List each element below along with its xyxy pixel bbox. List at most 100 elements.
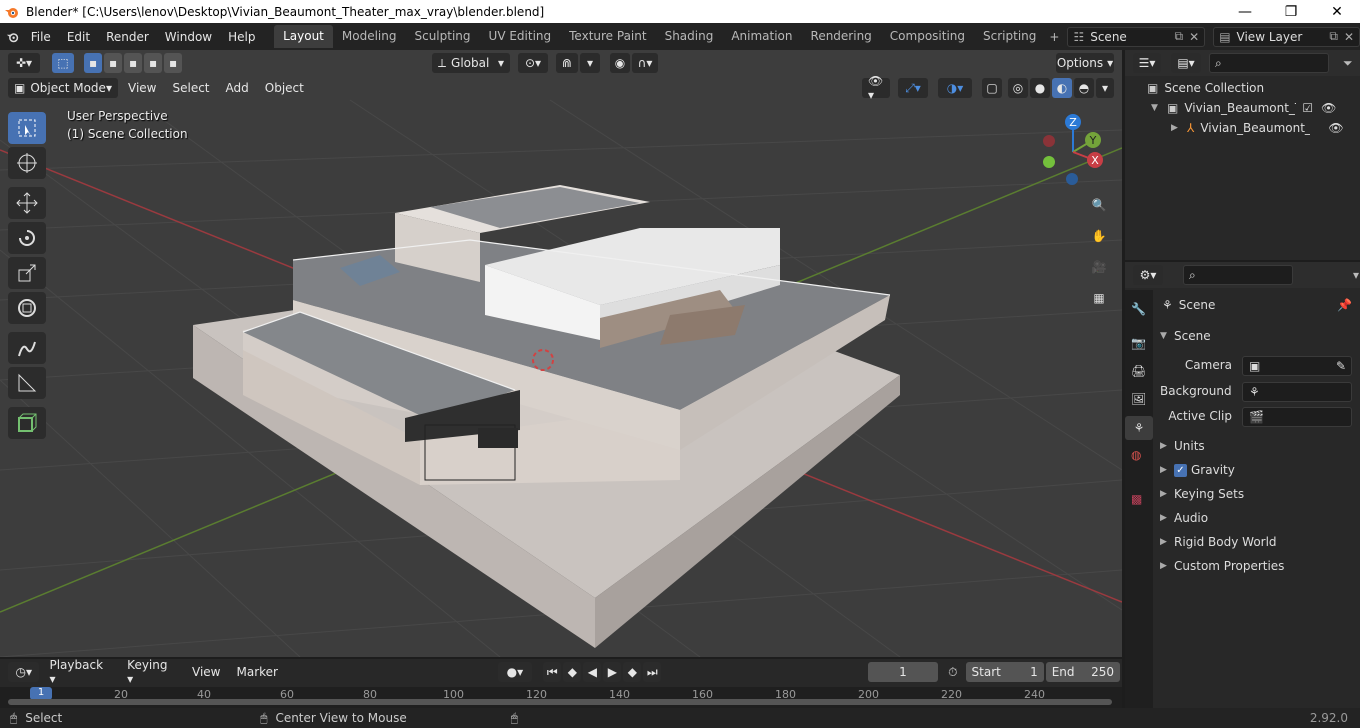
active-clip-field[interactable]: 🎬	[1242, 407, 1352, 427]
expand-arrow-icon[interactable]: ▶	[1171, 123, 1181, 133]
shading-wireframe-button[interactable]: ◎	[1008, 78, 1028, 98]
filter-icon[interactable]: ⏷	[1343, 56, 1353, 71]
play-button[interactable]: ▶	[603, 662, 622, 682]
new-view-layer-icon[interactable]: ⧉	[1329, 29, 1338, 44]
select-extend-button[interactable]: ▪	[104, 53, 122, 73]
outliner-editor-type-button[interactable]: ☰▾	[1133, 53, 1161, 73]
menu-file[interactable]: File	[23, 30, 59, 44]
play-reverse-button[interactable]: ◀	[583, 662, 602, 682]
properties-editor-type-button[interactable]: ⚙▾	[1133, 265, 1163, 285]
cursor-tool-icon[interactable]	[8, 147, 46, 179]
falloff-button[interactable]: ∩▾	[632, 53, 658, 73]
viewport-menu-object[interactable]: Object	[257, 81, 312, 95]
output-tab-icon[interactable]: 🖨	[1131, 364, 1146, 378]
rotate-tool-icon[interactable]	[8, 222, 46, 254]
visibility-eye-icon[interactable]: 👁	[1321, 101, 1336, 115]
transform-tool-icon[interactable]	[8, 292, 46, 324]
annotate-tool-icon[interactable]	[8, 332, 46, 364]
timeline-menu-view[interactable]: View	[184, 665, 228, 679]
checkbox-icon[interactable]: ☑	[1302, 101, 1313, 115]
shading-rendered-button[interactable]: ◓	[1074, 78, 1094, 98]
outliner-search-input[interactable]: ⌕	[1209, 53, 1329, 73]
gravity-checkbox[interactable]: ✓	[1174, 463, 1187, 477]
menu-edit[interactable]: Edit	[59, 30, 98, 44]
timeline-ruler[interactable]: 1 20 40 60 80 100 120 140 160 180 200 22…	[0, 687, 1122, 708]
select-intersect-button[interactable]: ▪	[164, 53, 182, 73]
add-workspace-icon[interactable]: +	[1045, 30, 1063, 44]
display-mode-button[interactable]: ▤▾	[1171, 53, 1201, 73]
tab-modeling[interactable]: Modeling	[333, 25, 406, 48]
select-new-button[interactable]: ▪	[84, 53, 102, 73]
timeline-menu-marker[interactable]: Marker	[228, 665, 285, 679]
auto-keying-button[interactable]: ●▾	[498, 662, 532, 682]
outliner-item-scene-collection[interactable]: ▣ Scene Collection	[1147, 78, 1264, 98]
scene-panel-header[interactable]: ▼ Scene	[1160, 329, 1211, 343]
render-tab-icon[interactable]: 📷	[1131, 336, 1146, 350]
viewport-menu-view[interactable]: View	[120, 81, 164, 95]
navigation-gizmo[interactable]: Z Y X	[1036, 112, 1116, 192]
section-rigid-body-world[interactable]: ▶ Rigid Body World	[1160, 535, 1277, 549]
section-units[interactable]: ▶ Units	[1160, 439, 1205, 453]
timeline-scrollbar[interactable]	[8, 699, 1112, 705]
select-subtract-button[interactable]: ▪	[124, 53, 142, 73]
jump-end-button[interactable]: ⏭	[643, 662, 662, 682]
add-cube-tool-icon[interactable]	[8, 407, 46, 439]
outliner-item-collection[interactable]: ▼ ▣ Vivian_Beaumont_Theate ☑ 👁	[1151, 98, 1360, 118]
view-layer-tab-icon[interactable]: 🖼	[1131, 392, 1146, 406]
snap-toggle-button[interactable]: ⋒	[556, 53, 578, 73]
section-custom-properties[interactable]: ▶ Custom Properties	[1160, 559, 1284, 573]
transform-orientation-select[interactable]: ⟂ Global ▾	[432, 53, 510, 73]
overlay-toggle-button[interactable]: ◑▾	[938, 78, 972, 98]
delete-view-layer-icon[interactable]: ✕	[1344, 30, 1354, 44]
outliner-item-object[interactable]: ▶ ⅄ Vivian_Beaumont_Th 👁	[1171, 118, 1360, 138]
3d-viewport[interactable]: ✜▾ ⬚ ▪ ▪ ▪ ▪ ▪ ⟂ Global ▾ ⊙▾ ⋒ ▾ ◉ ∩▾ Op…	[0, 50, 1122, 657]
scene-tab-icon[interactable]: ⚘	[1125, 416, 1153, 440]
pivot-point-button[interactable]: ⊙▾	[518, 53, 548, 73]
menu-render[interactable]: Render	[98, 30, 157, 44]
current-frame-field[interactable]: 1	[867, 662, 939, 682]
prev-keyframe-button[interactable]: ◆	[563, 662, 582, 682]
start-frame-field[interactable]: Start 1	[965, 662, 1044, 682]
blender-menu-icon[interactable]	[0, 27, 23, 47]
background-field[interactable]: ⚘	[1242, 382, 1352, 402]
tab-sculpting[interactable]: Sculpting	[405, 25, 479, 48]
tab-texture-paint[interactable]: Texture Paint	[560, 25, 655, 48]
tab-scripting[interactable]: Scripting	[974, 25, 1045, 48]
shading-material-button[interactable]: ◐	[1052, 78, 1072, 98]
properties-search-input[interactable]: ⌕	[1183, 265, 1293, 285]
tab-compositing[interactable]: Compositing	[881, 25, 974, 48]
shading-options-button[interactable]: ▾	[1096, 78, 1114, 98]
texture-tab-icon[interactable]: ▩	[1131, 492, 1142, 506]
perspective-grid-icon[interactable]: ▦	[1085, 284, 1113, 312]
section-audio[interactable]: ▶ Audio	[1160, 511, 1208, 525]
object-mode-select[interactable]: ▣ Object Mode ▾	[8, 78, 118, 98]
pin-icon[interactable]: 📌	[1337, 298, 1352, 312]
menu-window[interactable]: Window	[157, 30, 220, 44]
new-scene-icon[interactable]: ⧉	[1175, 29, 1184, 44]
stopwatch-icon[interactable]: ⏱	[948, 665, 957, 680]
timeline-menu-keying[interactable]: Keying ▾	[119, 658, 184, 686]
menu-help[interactable]: Help	[220, 30, 263, 44]
minimize-button[interactable]: —	[1222, 0, 1268, 23]
move-tool-icon[interactable]	[8, 187, 46, 219]
shading-solid-button[interactable]: ●	[1030, 78, 1050, 98]
visibility-toggle-button[interactable]: 👁▾	[862, 74, 890, 102]
timeline-menu-playback[interactable]: Playback ▾	[41, 658, 119, 686]
scale-tool-icon[interactable]	[8, 257, 46, 289]
tab-uv-editing[interactable]: UV Editing	[480, 25, 561, 48]
gizmo-toggle-button[interactable]: ⤢▾	[898, 78, 928, 98]
tool-tab-icon[interactable]: 🔧	[1131, 302, 1146, 316]
camera-field[interactable]: ▣ ✎	[1242, 356, 1352, 376]
viewport-scene[interactable]	[0, 50, 1122, 657]
tab-layout[interactable]: Layout	[274, 25, 333, 48]
xray-toggle-button[interactable]: ▢	[982, 78, 1002, 98]
camera-view-icon[interactable]: 🎥	[1085, 253, 1113, 281]
visibility-eye-icon[interactable]: 👁	[1328, 121, 1343, 135]
chevron-down-icon[interactable]: ▾	[1353, 268, 1359, 282]
scene-selector[interactable]: ☷ Scene ⧉ ✕	[1067, 26, 1206, 47]
tab-rendering[interactable]: Rendering	[802, 25, 881, 48]
view-layer-selector[interactable]: ▤ View Layer ⧉ ✕	[1213, 26, 1360, 47]
viewport-menu-add[interactable]: Add	[218, 81, 257, 95]
measure-tool-icon[interactable]	[8, 367, 46, 399]
maximize-button[interactable]: ❐	[1268, 0, 1314, 23]
